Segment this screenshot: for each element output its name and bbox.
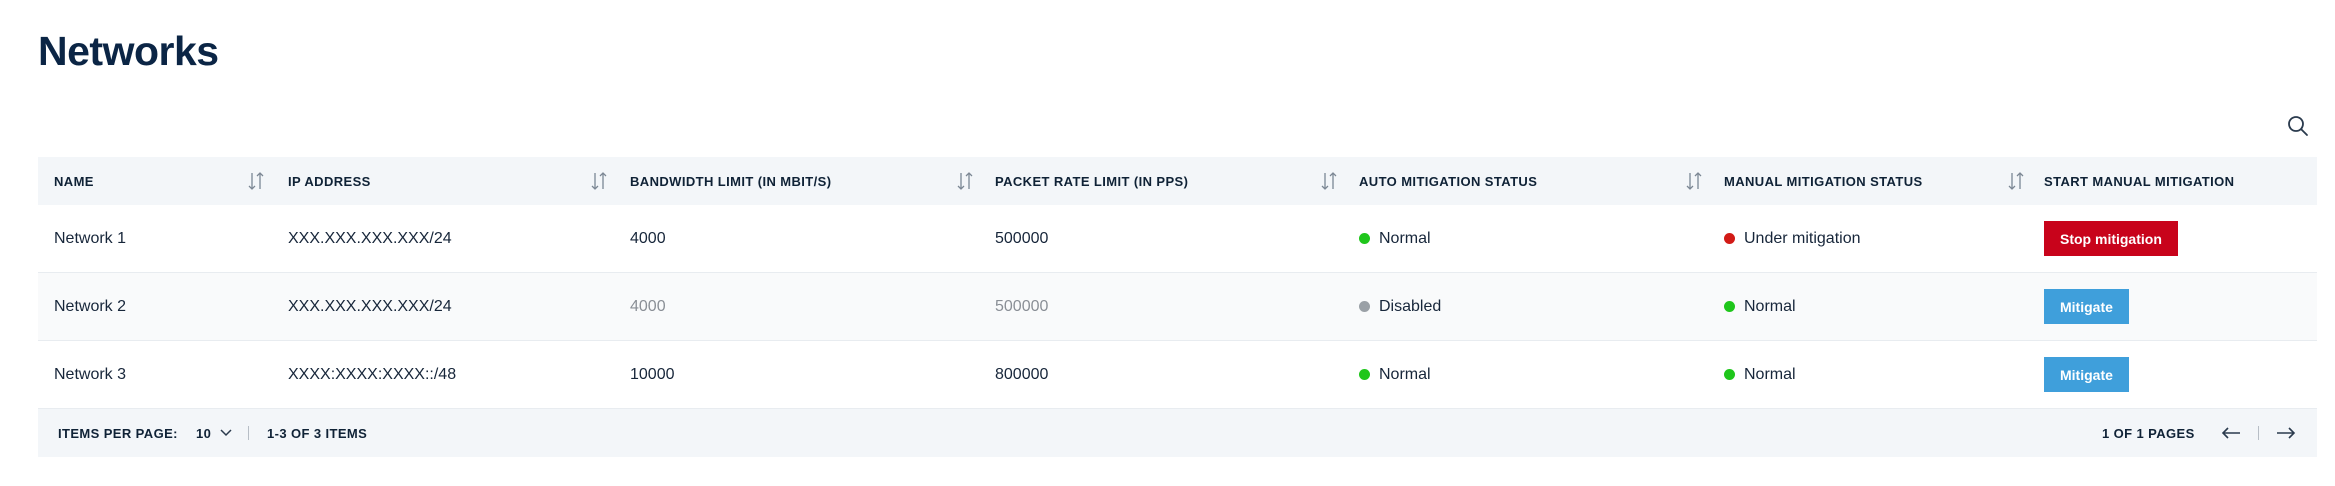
column-header[interactable]: AUTO MITIGATION STATUS: [1359, 157, 1537, 205]
status-dot: [1724, 233, 1735, 244]
status-dot: [1359, 369, 1370, 380]
column-header[interactable]: NAME: [54, 157, 94, 205]
items-per-page-select[interactable]: 10: [196, 409, 233, 457]
stop-mitigation-button[interactable]: Stop mitigation: [2044, 221, 2178, 256]
auto-mitigation-status: Normal: [1359, 205, 1431, 272]
pages-label: 1 OF 1 PAGES: [2102, 425, 2195, 441]
status-dot: [1724, 301, 1735, 312]
mitigate-button[interactable]: Mitigate: [2044, 289, 2129, 324]
items-per-page-value: 10: [196, 425, 212, 441]
status-text: Normal: [1744, 297, 1796, 315]
networks-page: Networks NAME IP ADDRESS BANDWIDTH LIMIT (…: [0, 0, 2335, 486]
column-header[interactable]: IP ADDRESS: [288, 157, 371, 205]
status-text: Normal: [1379, 365, 1431, 383]
column-header[interactable]: PACKET RATE LIMIT (IN PPS): [995, 157, 1188, 205]
sort-button[interactable]: [955, 170, 975, 192]
arrow-left-icon: [2221, 427, 2240, 439]
auto-mitigation-status: Disabled: [1359, 273, 1441, 340]
column-header[interactable]: MANUAL MITIGATION STATUS: [1724, 157, 1923, 205]
table-row: Network 2 XXX.XXX.XXX.XXX/24 4000 500000 Dis…: [38, 273, 2317, 341]
mitigation-action: Mitigate: [2044, 273, 2129, 340]
footer-divider: [248, 409, 249, 457]
sort-button[interactable]: [246, 170, 266, 192]
ip-address: XXX.XXX.XXX.XXX/24: [288, 297, 452, 315]
status-dot: [1724, 369, 1735, 380]
ip-address: XXXX:XXXX:XXXX::/48: [288, 365, 457, 383]
prev-page-button[interactable]: [2220, 409, 2242, 457]
mitigation-action: Mitigate: [2044, 341, 2129, 408]
status-dot: [1359, 233, 1370, 244]
sort-icon: [957, 172, 973, 190]
status-text: Normal: [1744, 365, 1796, 383]
table-row: Network 3 XXXX:XXXX:XXXX::/48 10000 800000 N…: [38, 341, 2317, 409]
packet-rate-limit: 800000: [995, 365, 1049, 383]
search-icon: [2288, 116, 2308, 136]
bandwidth-limit: 4000: [630, 297, 666, 315]
column-header: START MANUAL MITIGATION: [2044, 173, 2235, 189]
status-text: Normal: [1379, 229, 1431, 247]
sort-icon: [1321, 172, 1337, 190]
table-header: NAME IP ADDRESS BANDWIDTH LIMIT (IN MBIT/S…: [38, 157, 2317, 205]
table-body: Network 1 XXX.XXX.XXX.XXX/24 4000 500000 Nor…: [38, 205, 2317, 409]
sort-button[interactable]: [1684, 170, 1704, 192]
mitigation-action: Stop mitigation: [2044, 205, 2178, 272]
sort-button[interactable]: [2006, 170, 2026, 192]
bandwidth-limit: 4000: [630, 229, 666, 247]
status-text: Disabled: [1379, 297, 1442, 315]
networks-table: NAME IP ADDRESS BANDWIDTH LIMIT (IN MBIT/S…: [38, 157, 2317, 457]
sort-icon: [1686, 172, 1702, 190]
items-per-page-label: ITEMS PER PAGE:: [58, 425, 178, 441]
search-button[interactable]: [2286, 114, 2310, 138]
chevron-down-icon: [220, 429, 232, 437]
packet-rate-limit: 500000: [995, 297, 1049, 315]
status-dot: [1359, 301, 1370, 312]
sort-icon: [2008, 172, 2024, 190]
manual-mitigation-status: Normal: [1724, 341, 1796, 408]
items-range-label: 1-3 OF 3 ITEMS: [267, 425, 368, 441]
sort-button[interactable]: [589, 170, 609, 192]
manual-mitigation-status: Under mitigation: [1724, 205, 1861, 272]
arrow-right-icon: [2277, 427, 2296, 439]
sort-button[interactable]: [1319, 170, 1339, 192]
ip-address: XXX.XXX.XXX.XXX/24: [288, 229, 452, 247]
network-name: Network 2: [54, 297, 127, 315]
network-name: Network 3: [54, 365, 127, 383]
column-header[interactable]: BANDWIDTH LIMIT (IN MBIT/S): [630, 157, 831, 205]
network-name: Network 1: [54, 229, 127, 247]
status-text: Under mitigation: [1744, 229, 1861, 247]
packet-rate-limit: 500000: [995, 229, 1049, 247]
page-title: Networks: [38, 28, 219, 74]
table-footer: ITEMS PER PAGE: 10 1-3 OF 3 ITEMS 1 OF 1…: [38, 409, 2317, 457]
bandwidth-limit: 10000: [630, 365, 675, 383]
sort-icon: [591, 172, 607, 190]
manual-mitigation-status: Normal: [1724, 273, 1796, 340]
table-row: Network 1 XXX.XXX.XXX.XXX/24 4000 500000 Nor…: [38, 205, 2317, 273]
footer-divider-right: [2258, 409, 2259, 457]
sort-icon: [248, 172, 264, 190]
next-page-button[interactable]: [2275, 409, 2297, 457]
auto-mitigation-status: Normal: [1359, 341, 1431, 408]
mitigate-button[interactable]: Mitigate: [2044, 357, 2129, 392]
